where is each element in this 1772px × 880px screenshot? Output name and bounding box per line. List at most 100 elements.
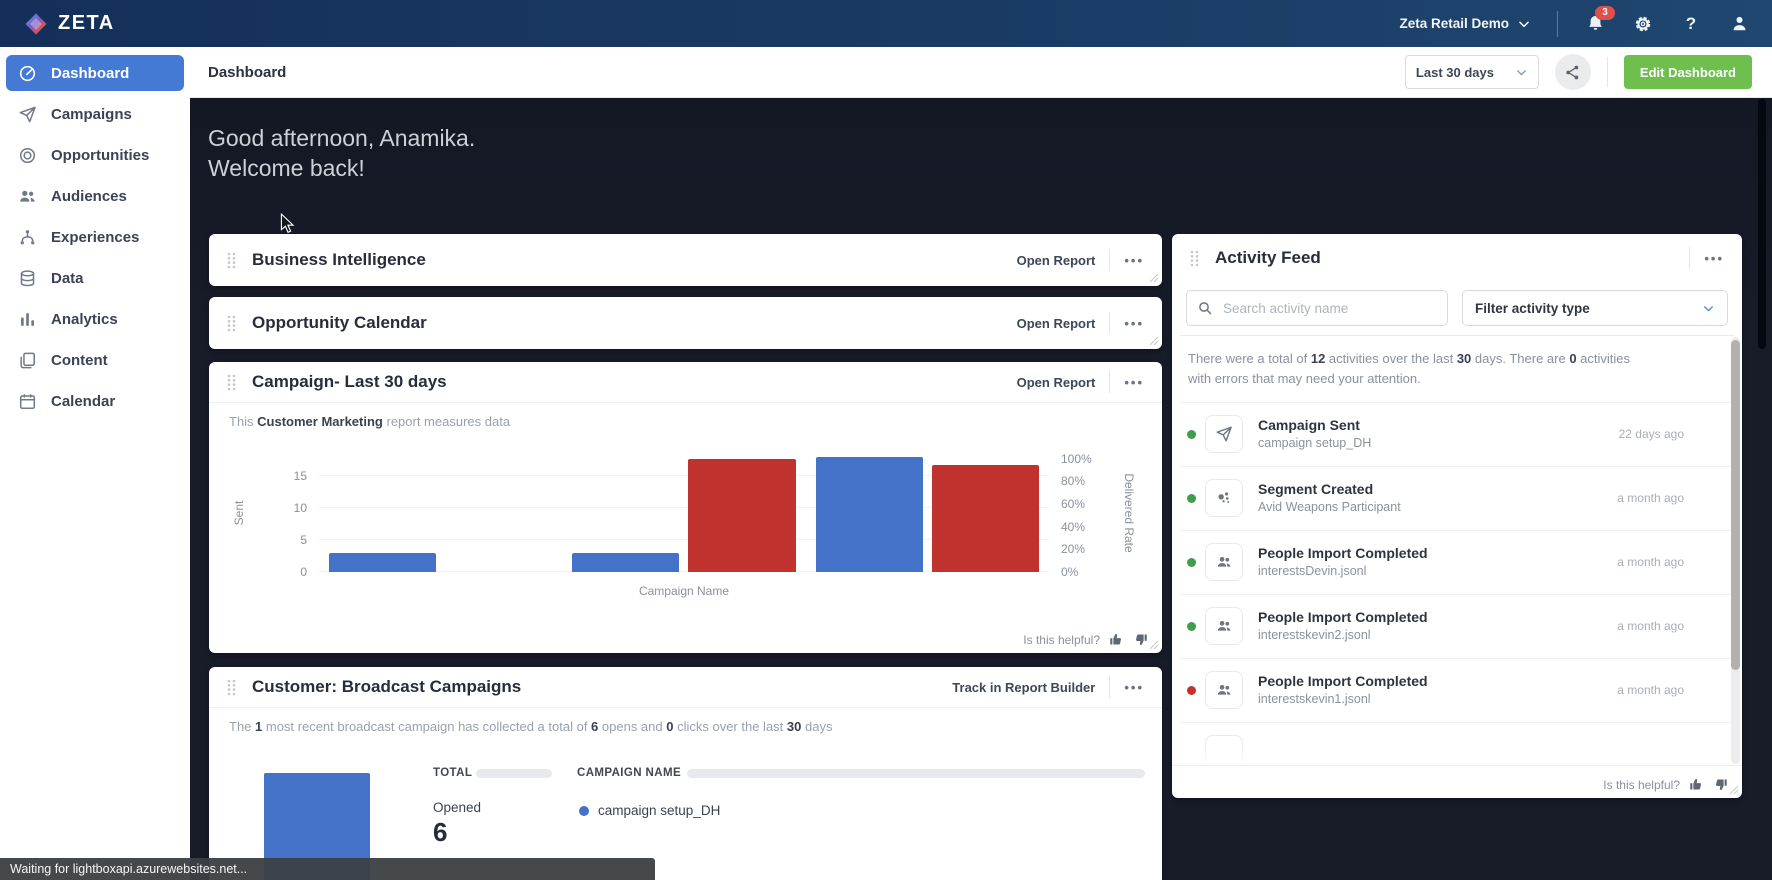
activity-title: People Import Completed (1258, 673, 1428, 689)
thumbs-up-icon[interactable] (1689, 777, 1704, 792)
bar-sent[interactable] (572, 553, 679, 572)
campaign-column-header: CAMPAIGN NAME (577, 767, 681, 779)
sidebar-item-experiences[interactable]: Experiences (6, 219, 184, 255)
activity-timestamp: a month ago (1617, 683, 1684, 697)
drag-handle-icon[interactable] (227, 374, 236, 391)
open-report-link[interactable]: Open Report (1017, 375, 1096, 390)
send-icon (1205, 415, 1243, 453)
browser-status-bar: Waiting for lightboxapi.azurewebsites.ne… (0, 858, 655, 880)
page-header: Dashboard Last 30 days Edit Dashboard (190, 47, 1772, 98)
people-icon (1205, 607, 1243, 645)
resize-handle-icon[interactable] (1149, 640, 1159, 650)
chevron-down-icon (1702, 302, 1715, 315)
drag-handle-icon[interactable] (227, 679, 236, 696)
card-title: Opportunity Calendar (252, 313, 1017, 333)
broadcast-summary: The 1 most recent broadcast campaign has… (229, 719, 832, 734)
sidebar-item-content[interactable]: Content (6, 342, 184, 378)
content-icon (18, 351, 37, 370)
bar-delivered-rate[interactable] (688, 459, 795, 572)
card-menu-icon[interactable]: ••• (1124, 680, 1144, 695)
opened-label: Opened (433, 800, 481, 815)
list-item[interactable]: People Import Completedinterestskevin1.j… (1180, 658, 1734, 722)
sidebar-item-dashboard[interactable]: Dashboard (6, 55, 184, 91)
card-menu-icon[interactable]: ••• (1124, 375, 1144, 390)
page-title: Dashboard (208, 64, 286, 81)
activity-filter-select[interactable]: Filter activity type (1462, 290, 1728, 326)
bar-sent[interactable] (329, 553, 436, 572)
total-column-header: TOTAL (433, 767, 472, 779)
drag-handle-icon[interactable] (1190, 250, 1199, 267)
activity-scrollbar-thumb[interactable] (1731, 340, 1740, 670)
activity-search (1186, 290, 1448, 326)
sidebar-item-calendar[interactable]: Calendar (6, 383, 184, 419)
list-item[interactable]: People Import CompletedinterestsDevin.js… (1180, 530, 1734, 594)
share-icon (1564, 64, 1581, 81)
thumbs-up-icon[interactable] (1109, 632, 1124, 647)
filter-value: Filter activity type (1475, 301, 1590, 316)
help-button[interactable]: ? (1680, 13, 1702, 35)
list-item[interactable]: Campaign Sentcampaign setup_DH22 days ag… (1180, 402, 1734, 466)
campaign-report-card: Campaign- Last 30 days Open Report ••• T… (209, 362, 1162, 653)
greeting-line2: Welcome back! (208, 153, 475, 183)
resize-handle-icon[interactable] (1729, 785, 1739, 795)
open-report-link[interactable]: Open Report (1017, 253, 1096, 268)
track-report-builder-link[interactable]: Track in Report Builder (952, 680, 1095, 695)
sidebar-item-opportunities[interactable]: Opportunities (6, 137, 184, 173)
share-button[interactable] (1555, 54, 1591, 90)
activity-timestamp: a month ago (1617, 619, 1684, 633)
date-range-value: Last 30 days (1416, 65, 1494, 80)
status-dot (1187, 494, 1196, 503)
chart-subtitle: This Customer Marketing report measures … (229, 414, 510, 429)
activity-search-input[interactable] (1221, 300, 1437, 317)
sidebar-item-label: Analytics (51, 311, 118, 328)
sidebar-item-data[interactable]: Data (6, 260, 184, 296)
activity-timestamp: a month ago (1617, 491, 1684, 505)
thumbs-down-icon[interactable] (1713, 777, 1728, 792)
top-nav: ZETA Zeta Retail Demo 3 ? (0, 0, 1772, 47)
calendar-icon (18, 392, 37, 411)
y-axis-label-right: Delivered Rate (1122, 473, 1136, 552)
resize-handle-icon[interactable] (1149, 336, 1159, 346)
legend-dot (579, 806, 589, 816)
account-switcher[interactable]: Zeta Retail Demo (1399, 16, 1531, 31)
open-report-link[interactable]: Open Report (1017, 316, 1096, 331)
thumbs-down-icon[interactable] (1133, 632, 1148, 647)
legend-label: campaign setup_DH (598, 803, 720, 818)
settings-button[interactable] (1632, 13, 1654, 35)
drag-handle-icon[interactable] (227, 315, 236, 332)
sidebar-item-analytics[interactable]: Analytics (6, 301, 184, 337)
sidebar-item-campaigns[interactable]: Campaigns (6, 96, 184, 132)
sidebar-item-label: Experiences (51, 229, 139, 246)
sidebar-item-audiences[interactable]: Audiences (6, 178, 184, 214)
mouse-cursor (280, 213, 295, 234)
business-intelligence-card: Business Intelligence Open Report ••• (209, 234, 1162, 286)
activity-feed-card: Activity Feed ••• Filter activity type T… (1172, 234, 1742, 798)
nav-divider (1557, 11, 1558, 37)
profile-button[interactable] (1728, 13, 1750, 35)
opportunity-calendar-card: Opportunity Calendar Open Report ••• (209, 297, 1162, 349)
bar-sent[interactable] (816, 457, 923, 572)
sidebar-item-label: Content (51, 352, 108, 369)
edit-dashboard-button[interactable]: Edit Dashboard (1624, 55, 1752, 89)
card-menu-icon[interactable]: ••• (1704, 251, 1724, 266)
bar-group (806, 454, 1049, 572)
list-item[interactable]: Segment CreatedAvid Weapons Participanta… (1180, 466, 1734, 530)
card-title: Customer: Broadcast Campaigns (252, 677, 952, 697)
activity-timestamp: a month ago (1617, 555, 1684, 569)
experiences-icon (18, 228, 37, 247)
page-scrollbar-thumb[interactable] (1758, 99, 1766, 349)
activity-title: Campaign Sent (1258, 417, 1360, 433)
brand[interactable]: ZETA (24, 12, 115, 36)
account-name: Zeta Retail Demo (1399, 16, 1509, 31)
notifications-button[interactable]: 3 (1584, 13, 1606, 35)
date-range-select[interactable]: Last 30 days (1405, 55, 1539, 89)
list-item[interactable]: People Import Completedinterestskevin2.j… (1180, 594, 1734, 658)
drag-handle-icon[interactable] (227, 252, 236, 269)
campaign-chart-plot (319, 454, 1049, 572)
segment-icon (1205, 479, 1243, 517)
card-menu-icon[interactable]: ••• (1124, 253, 1144, 268)
card-menu-icon[interactable]: ••• (1124, 316, 1144, 331)
status-dot (1187, 622, 1196, 631)
bar-delivered-rate[interactable] (932, 465, 1039, 572)
resize-handle-icon[interactable] (1149, 273, 1159, 283)
